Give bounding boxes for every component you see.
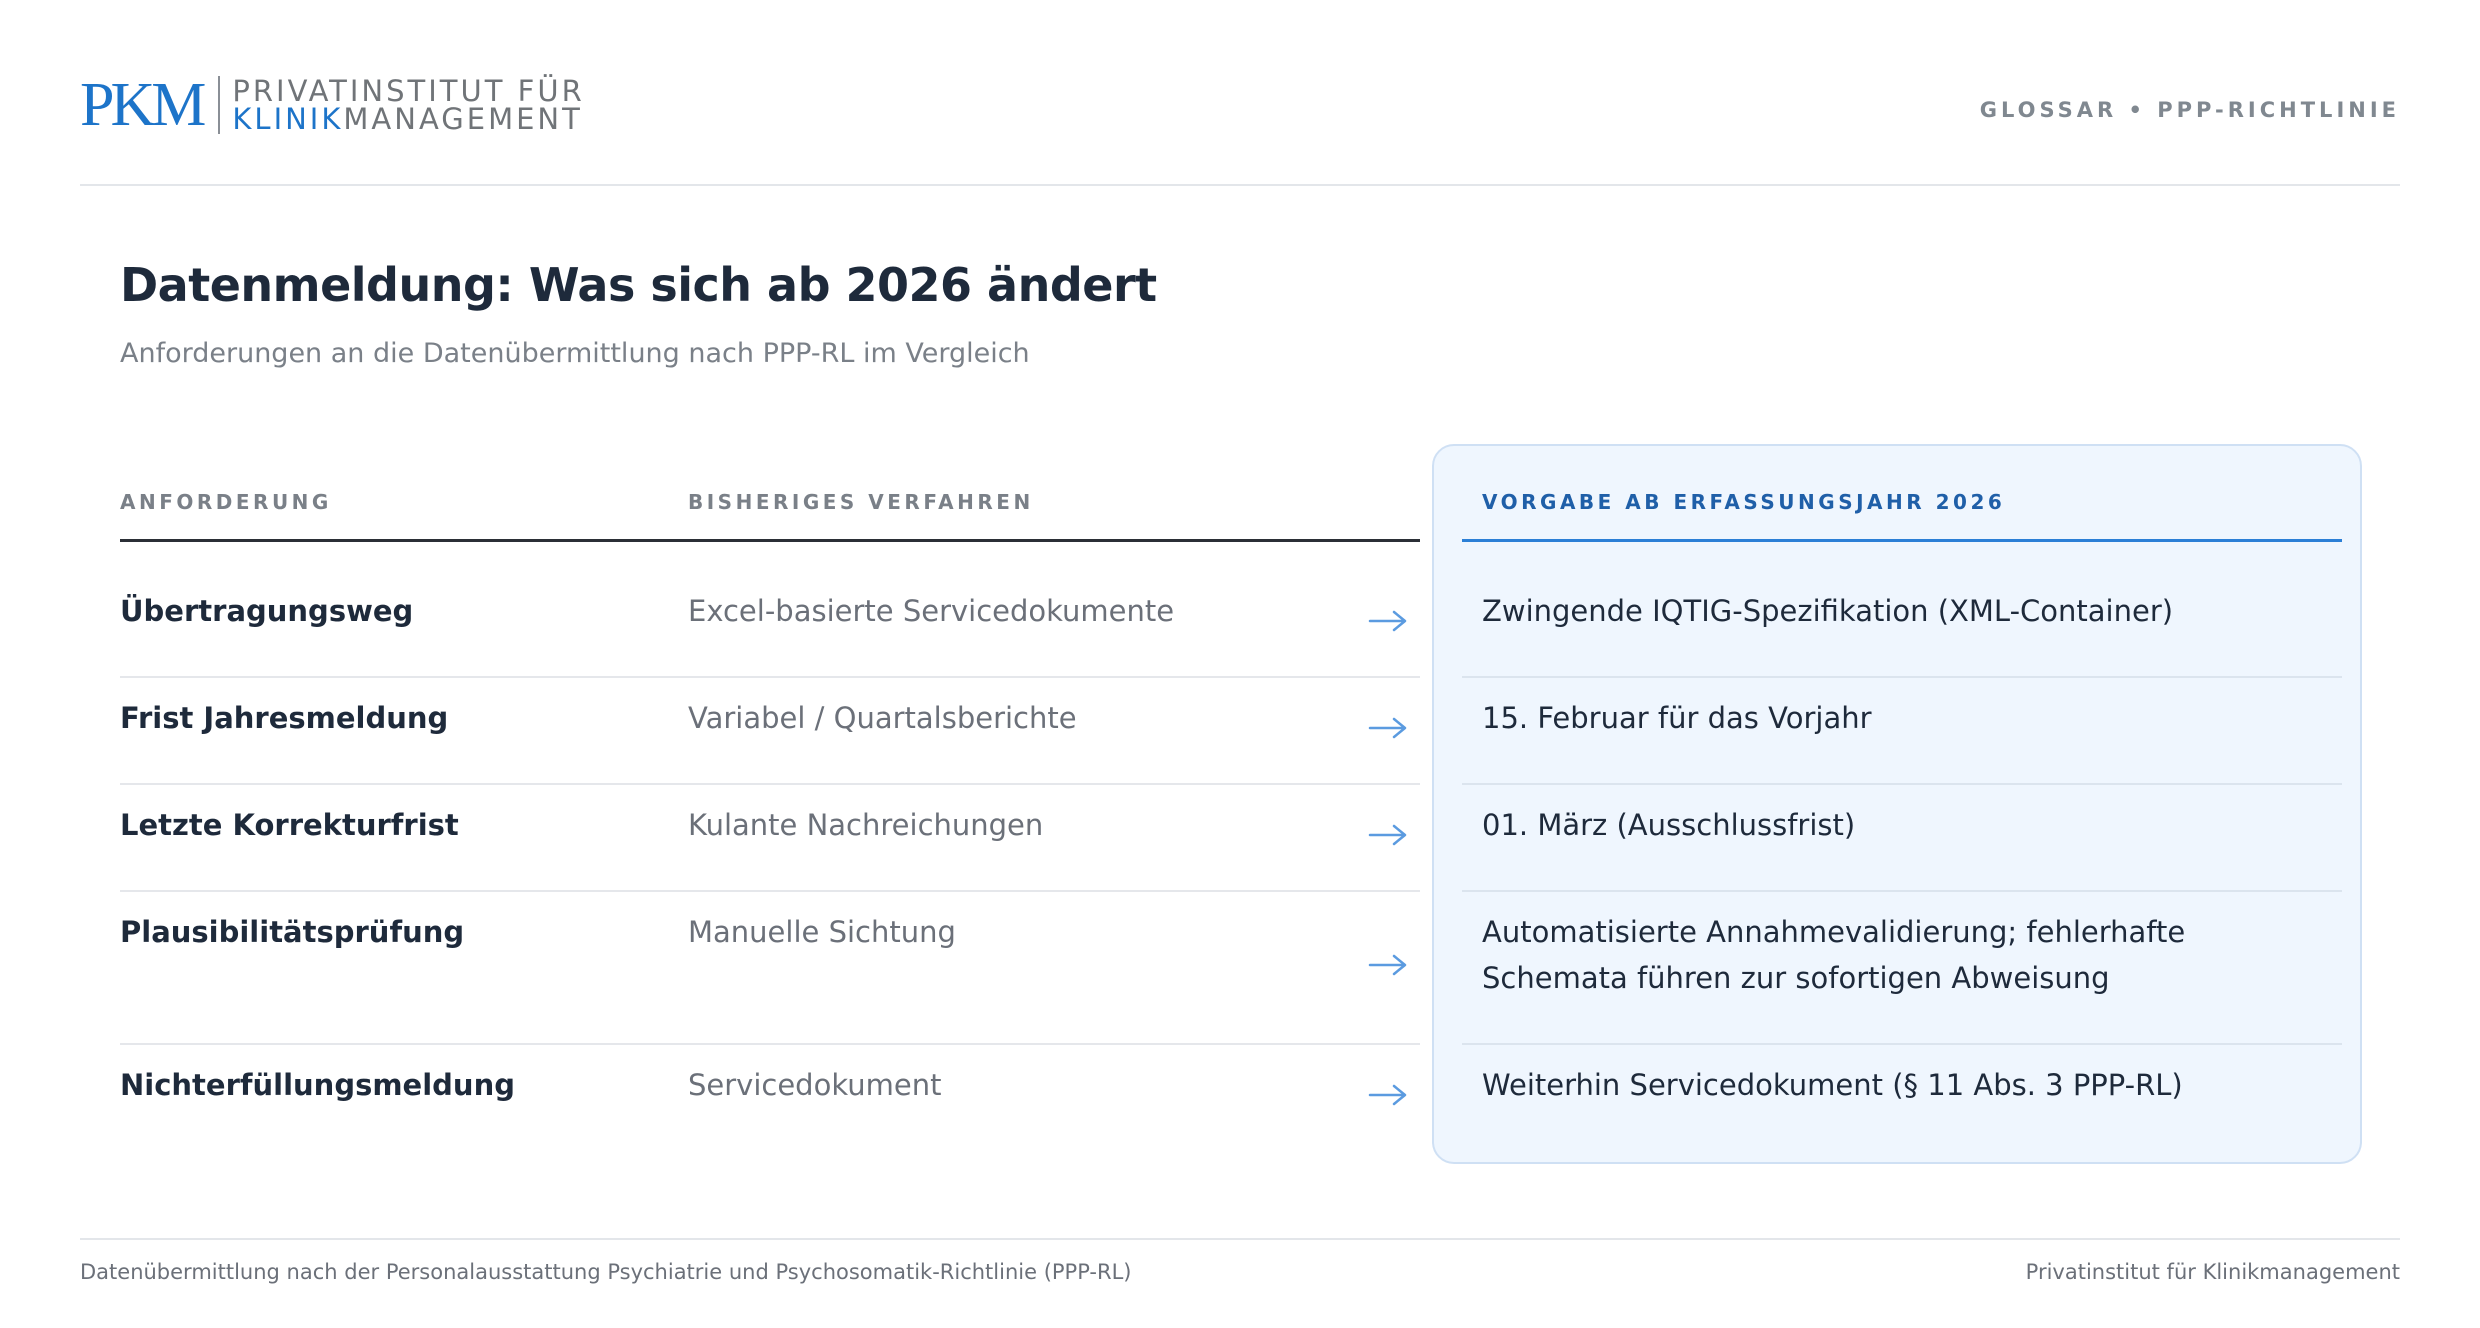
cell-new: 01. März (Ausschlussfrist) xyxy=(1482,808,1856,842)
cell-previous: Servicedokument xyxy=(688,1068,942,1102)
footer-divider xyxy=(80,1238,2400,1240)
arrow-right-icon xyxy=(1368,610,1407,632)
page-subtitle: Anforderungen an die Datenübermittlung n… xyxy=(120,338,1030,369)
row-divider xyxy=(1462,783,2342,785)
cell-previous: Variabel / Quartalsberichte xyxy=(688,701,1077,735)
header-rule-left xyxy=(120,539,1420,542)
row-divider xyxy=(1462,1043,2342,1045)
arrow-right-icon xyxy=(1368,1084,1407,1106)
cell-requirement: Frist Jahresmeldung xyxy=(120,701,449,735)
cell-requirement: Letzte Korrekturfrist xyxy=(120,808,459,842)
logo-highlight: KLINIK xyxy=(232,102,344,136)
logo-line-2: KLINIKMANAGEMENT xyxy=(232,102,584,136)
cell-new: 15. Februar für das Vorjahr xyxy=(1482,701,1872,735)
row-divider xyxy=(1462,676,2342,678)
page-title: Datenmeldung: Was sich ab 2026 ändert xyxy=(120,258,1157,312)
cell-new: Weiterhin Servicedokument (§ 11 Abs. 3 P… xyxy=(1482,1068,2183,1102)
row-divider xyxy=(120,890,1420,892)
arrow-right-icon xyxy=(1368,824,1407,846)
column-header-new: VORGABE AB ERFASSUNGSJAHR 2026 xyxy=(1482,490,2006,514)
row-divider xyxy=(120,676,1420,678)
cell-requirement: Plausibilitätsprüfung xyxy=(120,915,465,949)
cell-requirement: Nichterfüllungsmeldung xyxy=(120,1068,515,1102)
footer-source: Datenübermittlung nach der Personalausst… xyxy=(80,1260,1132,1284)
cell-requirement: Übertragungsweg xyxy=(120,594,414,628)
arrow-right-icon xyxy=(1368,954,1407,976)
page-header: PKM PRIVATINSTITUT FÜR KLINIKMANAGEMENT … xyxy=(80,70,2400,140)
logo-mark: PKM xyxy=(80,71,206,139)
section-label: GLOSSAR • PPP-RICHTLINIE xyxy=(1979,98,2400,122)
logo-divider xyxy=(218,76,221,134)
header-rule-right xyxy=(1462,539,2342,542)
cell-previous: Kulante Nachreichungen xyxy=(688,808,1044,842)
row-divider xyxy=(1462,890,2342,892)
logo-line-1: PRIVATINSTITUT FÜR xyxy=(232,74,585,108)
header-divider xyxy=(80,184,2400,186)
column-header-previous: BISHERIGES VERFAHREN xyxy=(688,490,1034,514)
cell-new: Zwingende IQTIG-Spezifikation (XML-Conta… xyxy=(1482,594,2174,628)
row-divider xyxy=(120,1043,1420,1045)
cell-new: Automatisierte Annahmevalidierung; fehle… xyxy=(1482,915,2186,995)
pkm-logo: PKM PRIVATINSTITUT FÜR KLINIKMANAGEMENT xyxy=(80,70,585,140)
logo-line-2-rest: MANAGEMENT xyxy=(343,102,583,136)
column-header-requirement: ANFORDERUNG xyxy=(120,490,332,514)
row-divider xyxy=(120,783,1420,785)
arrow-right-icon xyxy=(1368,717,1407,739)
footer-organization: Privatinstitut für Klinikmanagement xyxy=(2025,1260,2400,1284)
cell-previous: Excel-basierte Servicedokumente xyxy=(688,594,1175,628)
cell-previous: Manuelle Sichtung xyxy=(688,915,956,949)
logo-wordmark: PRIVATINSTITUT FÜR KLINIKMANAGEMENT xyxy=(232,74,585,136)
